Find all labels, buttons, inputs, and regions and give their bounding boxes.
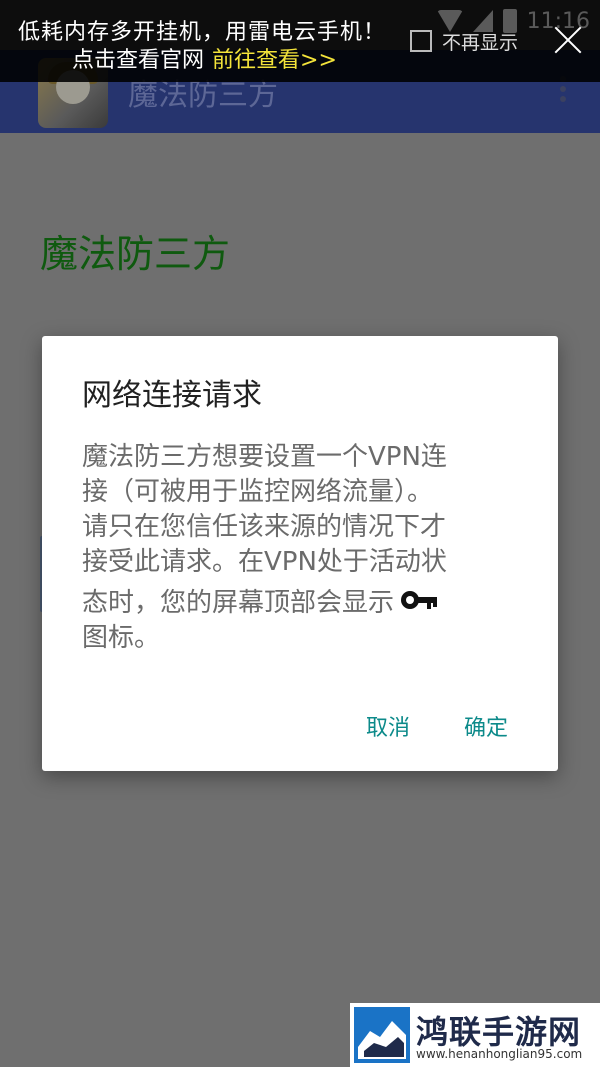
close-icon[interactable] bbox=[552, 24, 584, 56]
content-title: 魔法防三方 bbox=[40, 232, 231, 276]
dialog-message-line: 接（可被用于监控网络流量）。 bbox=[82, 477, 434, 507]
banner-subline-text: 点击查看官网 bbox=[72, 48, 205, 73]
dialog-message-line-with-icon: 态时，您的屏幕顶部会显示 bbox=[82, 586, 512, 621]
dialog-message: 魔法防三方想要设置一个VPN连 接（可被用于监控网络流量）。 请只在您信任该来源… bbox=[82, 440, 512, 656]
watermark-logo bbox=[354, 1007, 410, 1063]
vpn-request-dialog: 网络连接请求 魔法防三方想要设置一个VPN连 接（可被用于监控网络流量）。 请只… bbox=[42, 336, 558, 771]
ad-banner[interactable]: 11:16 低耗内存多开挂机，用雷电云手机！ 点击查看官网 前往查看>> 不再显示 bbox=[0, 0, 600, 82]
ok-button[interactable]: 确定 bbox=[464, 710, 508, 742]
dialog-title: 网络连接请求 bbox=[82, 378, 262, 413]
cancel-button[interactable]: 取消 bbox=[366, 710, 410, 742]
banner-subline: 点击查看官网 前往查看>> bbox=[72, 42, 337, 74]
dialog-actions: 取消 确定 bbox=[366, 710, 508, 742]
dialog-message-line: 魔法防三方想要设置一个VPN连 bbox=[82, 442, 447, 472]
key-icon bbox=[400, 586, 438, 621]
no-more-label[interactable]: 不再显示 bbox=[442, 28, 518, 55]
site-watermark: 鸿联手游网 www.henanhonglian95.com bbox=[350, 1003, 600, 1067]
dialog-message-line: 请只在您信任该来源的情况下才 bbox=[82, 512, 447, 542]
banner-link[interactable]: 前往查看>> bbox=[212, 48, 337, 73]
dialog-message-line: 接受此请求。在VPN处于活动状 bbox=[82, 547, 447, 577]
no-more-checkbox[interactable] bbox=[410, 30, 432, 52]
dialog-message-line: 图标。 bbox=[82, 623, 161, 653]
watermark-url: www.henanhonglian95.com bbox=[416, 1047, 583, 1061]
dialog-message-line: 态时，您的屏幕顶部会显示 bbox=[82, 588, 395, 618]
